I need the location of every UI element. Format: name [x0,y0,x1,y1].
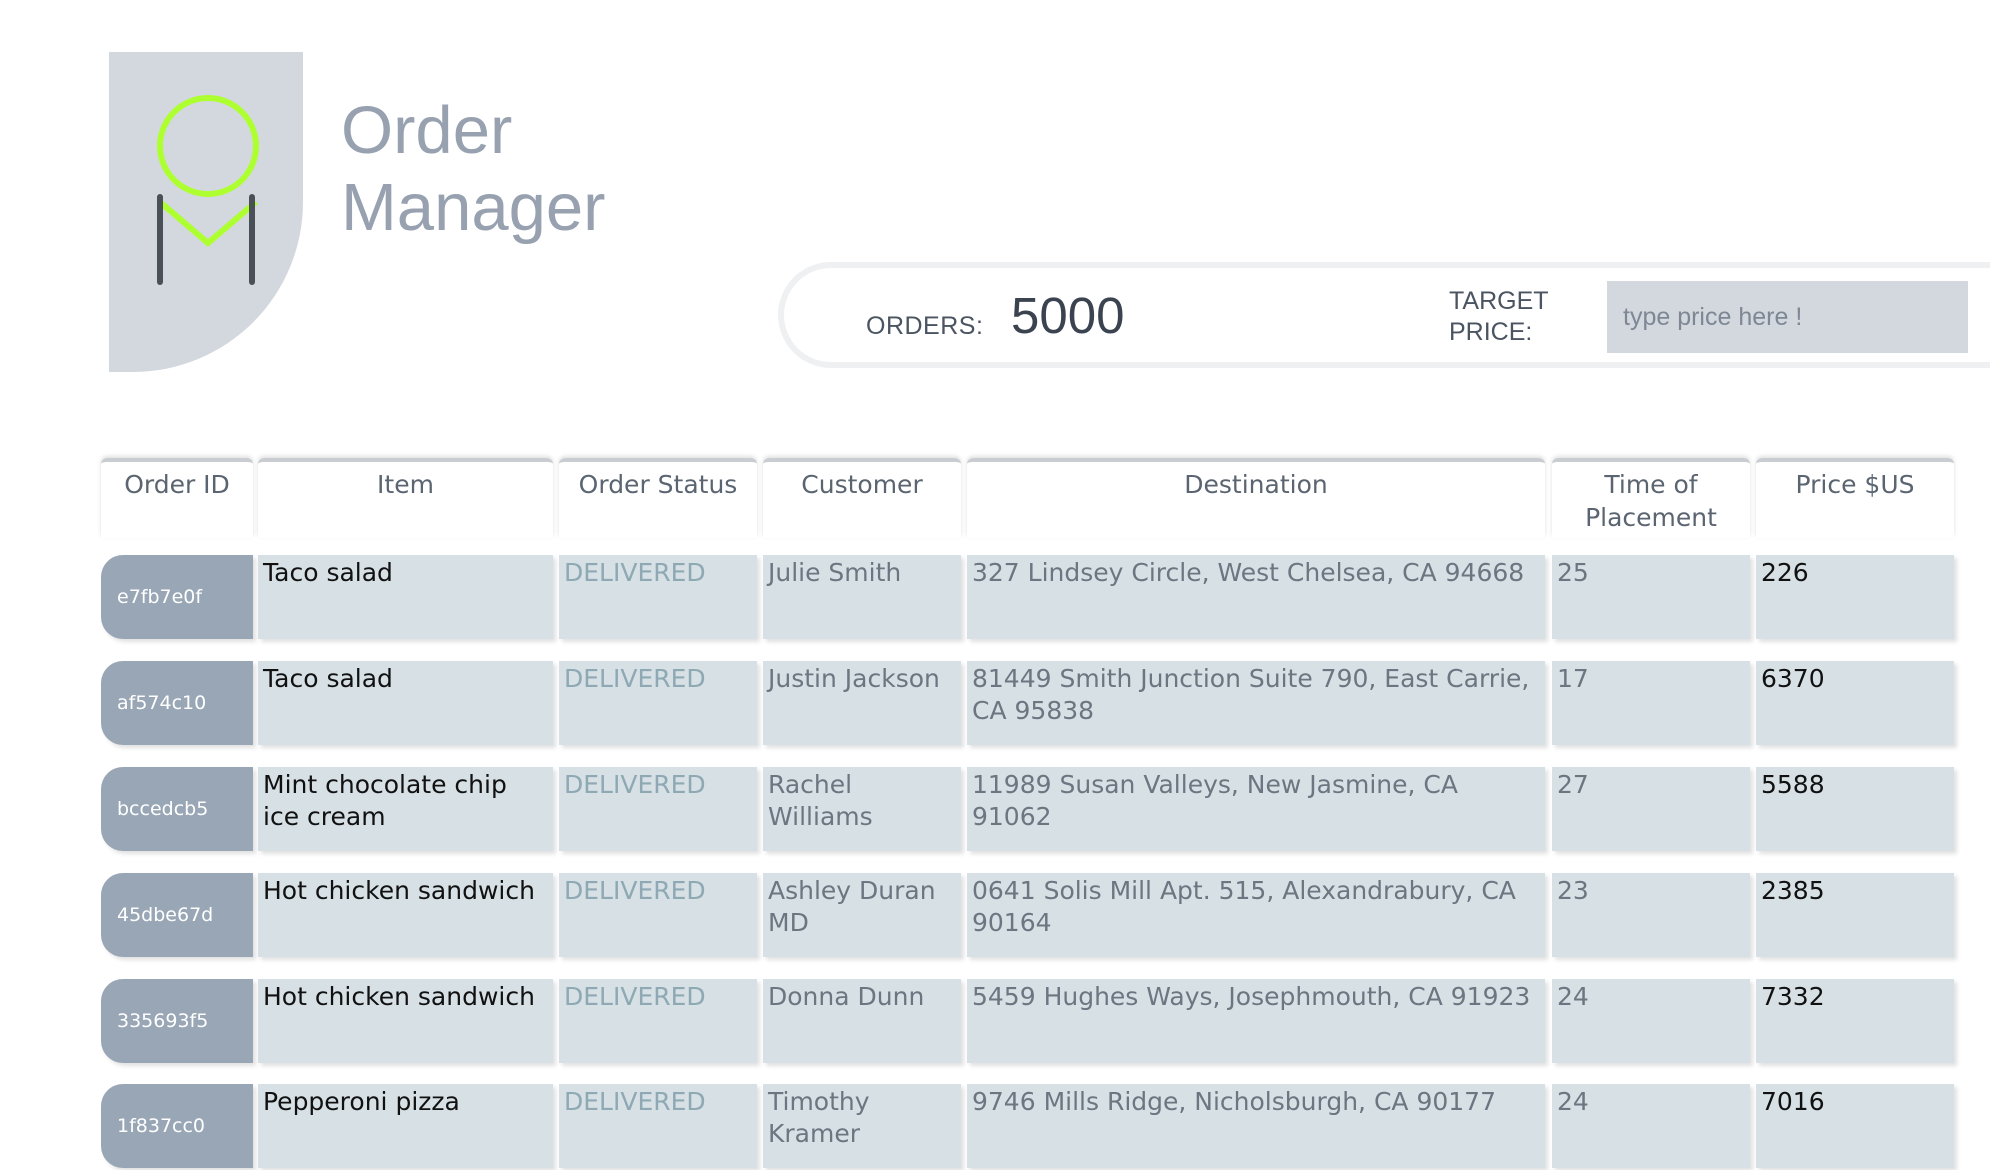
cell-order-status: DELIVERED [559,661,757,745]
table-row[interactable]: bccedcb5 Mint chocolate chip ice cream DEL… [0,767,1990,851]
cell-price: 226 [1756,555,1954,639]
column-header-item[interactable]: Item [258,458,553,538]
cell-price: 7016 [1756,1084,1954,1168]
cell-price: 6370 [1756,661,1954,745]
cell-destination: 81449 Smith Junction Suite 790, East Car… [967,661,1545,745]
cell-item: Hot chicken sandwich [258,979,553,1063]
column-header-time-of-placement[interactable]: Time of Placement [1552,458,1750,538]
table-row[interactable]: e7fb7e0f Taco salad DELIVERED Julie Smith 32… [0,555,1990,639]
cell-item: Pepperoni pizza [258,1084,553,1168]
app-title-line-1: Order [341,93,513,168]
cell-customer: Donna Dunn [763,979,961,1063]
cell-order-status: DELIVERED [559,555,757,639]
cell-time-of-placement: 24 [1552,1084,1750,1168]
table-row[interactable]: 45dbe67d Hot chicken sandwich DELIVERED Ash… [0,873,1990,957]
cell-order-status: DELIVERED [559,767,757,851]
cell-price: 2385 [1756,873,1954,957]
cell-order-id: 45dbe67d [101,873,253,957]
table-row[interactable]: 335693f5 Hot chicken sandwich DELIVERED Don… [0,979,1990,1063]
cell-customer: Rachel Williams [763,767,961,851]
cell-time-of-placement: 17 [1552,661,1750,745]
cell-time-of-placement: 25 [1552,555,1750,639]
cell-destination: 11989 Susan Valleys, New Jasmine, CA 910… [967,767,1545,851]
orders-label: ORDERS: [866,312,984,340]
app-title-line-2: Manager [341,170,606,245]
cell-order-id: bccedcb5 [101,767,253,851]
cell-destination: 9746 Mills Ridge, Nicholsburgh, CA 90177 [967,1084,1545,1168]
cell-customer: Ashley Duran MD [763,873,961,957]
cell-item: Hot chicken sandwich [258,873,553,957]
cell-time-of-placement: 24 [1552,979,1750,1063]
cell-order-id: 335693f5 [101,979,253,1063]
cell-price: 5588 [1756,767,1954,851]
cell-destination: 327 Lindsey Circle, West Chelsea, CA 946… [967,555,1545,639]
orders-count: 5000 [1011,287,1125,344]
column-header-order-id[interactable]: Order ID [101,458,253,538]
cell-order-status: DELIVERED [559,979,757,1063]
cell-order-id: e7fb7e0f [101,555,253,639]
table-row[interactable]: af574c10 Taco salad DELIVERED Justin Jackso… [0,661,1990,745]
app-title: Order Manager [341,92,605,246]
cell-customer: Julie Smith [763,555,961,639]
cell-customer: Timothy Kramer [763,1084,961,1168]
target-price-label: TARGET PRICE: [1449,287,1549,346]
cell-customer: Justin Jackson [763,661,961,745]
column-header-price[interactable]: Price $US [1756,458,1954,538]
table-row[interactable]: 1f837cc0 Pepperoni pizza DELIVERED Timothy … [0,1084,1990,1168]
column-header-destination[interactable]: Destination [967,458,1545,538]
cell-item: Mint chocolate chip ice cream [258,767,553,851]
cell-price: 7332 [1756,979,1954,1063]
cell-time-of-placement: 23 [1552,873,1750,957]
cell-order-id: af574c10 [101,661,253,745]
column-header-order-status[interactable]: Order Status [559,458,757,538]
cell-order-status: DELIVERED [559,1084,757,1168]
cell-item: Taco salad [258,661,553,745]
cell-order-id: 1f837cc0 [101,1084,253,1168]
cell-order-status: DELIVERED [559,873,757,957]
order-manager-page: Order Manager ORDERS: 5000 TARGET PRICE:… [0,0,1990,1170]
app-logo [109,52,303,372]
cell-destination: 5459 Hughes Ways, Josephmouth, CA 91923 [967,979,1545,1063]
om-logo-icon [157,95,259,285]
cell-time-of-placement: 27 [1552,767,1750,851]
cell-item: Taco salad [258,555,553,639]
cell-destination: 0641 Solis Mill Apt. 515, Alexandrabury,… [967,873,1545,957]
column-header-customer[interactable]: Customer [763,458,961,538]
target-price-input[interactable] [1607,281,1968,353]
